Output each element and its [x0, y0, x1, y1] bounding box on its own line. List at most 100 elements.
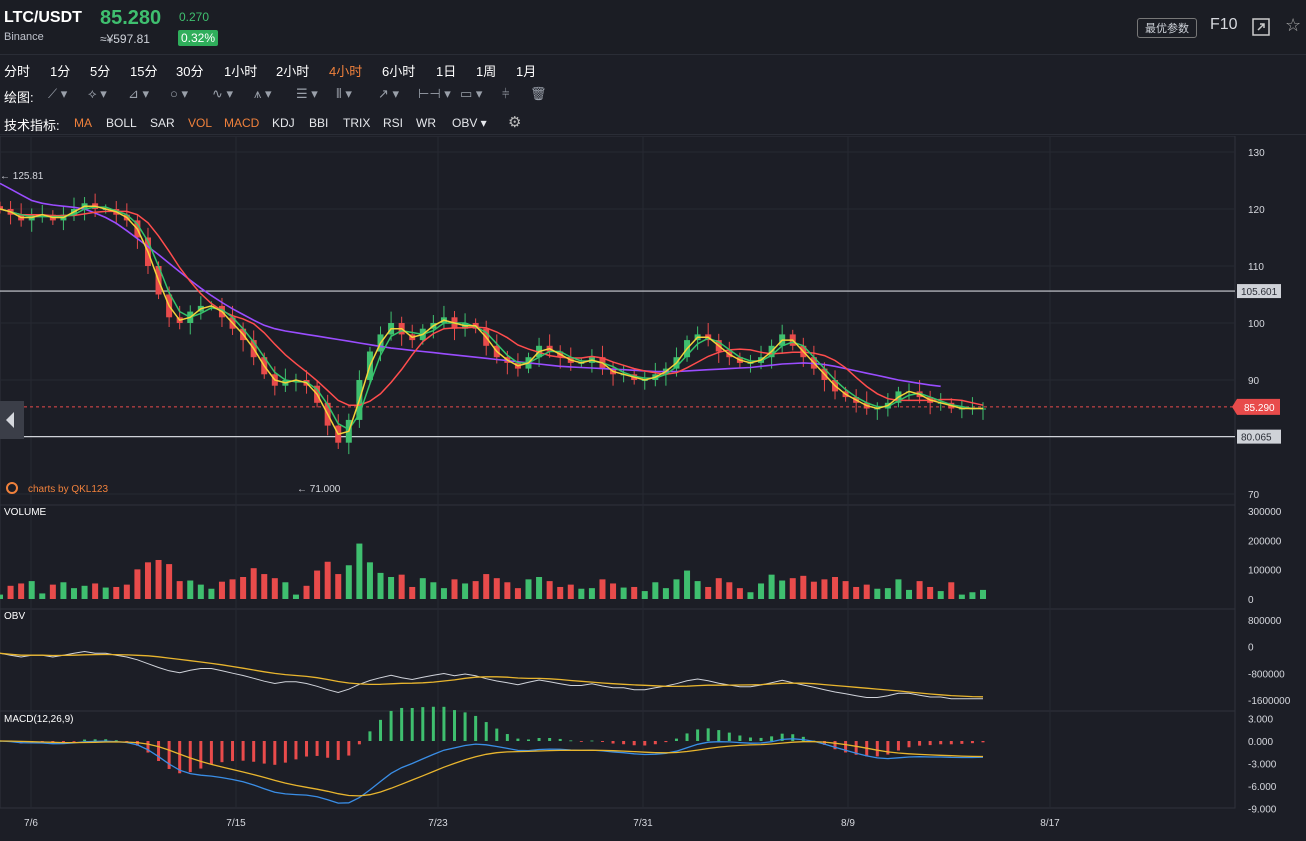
indicator-bbi[interactable]: BBI — [309, 116, 328, 130]
wave-tool-icon[interactable]: ∿ ▾ — [212, 86, 233, 102]
volume-bar-42 — [440, 588, 447, 599]
watermark-text: charts by QKL123 — [28, 484, 108, 495]
macd-hist-26 — [273, 741, 277, 765]
ma60-line — [0, 182, 941, 388]
period-tab-8[interactable]: 6小时 — [382, 61, 415, 80]
macd-hist-54 — [569, 740, 573, 742]
macd-hist-73 — [770, 736, 774, 741]
volume-bar-70 — [736, 588, 743, 599]
macd-hist-32 — [336, 741, 340, 760]
volume-bar-86 — [906, 589, 913, 599]
high-annotation: ← 125.81 — [0, 171, 44, 182]
macd-hist-57 — [600, 741, 604, 742]
volume-bar-57 — [599, 579, 606, 599]
fullscreen-icon[interactable] — [1251, 17, 1271, 40]
macd-tick-0: 3.000 — [1248, 715, 1273, 726]
indicator-macd[interactable]: MACD — [224, 116, 259, 130]
volume-bar-24 — [250, 568, 257, 599]
volume-bar-47 — [493, 578, 500, 599]
macd-hist-27 — [283, 741, 287, 763]
pen-tool-icon[interactable]: ⟡ ▾ — [88, 86, 107, 102]
volume-bar-65 — [684, 570, 691, 599]
obv-panel-title: OBV — [4, 611, 25, 622]
x-tick-3: 7/31 — [633, 818, 653, 829]
price-tick-5: 70 — [1248, 490, 1260, 501]
chart-area[interactable]: 130 120 110 100 90 70 300000 200000 100000 0 80000… — [0, 136, 1306, 841]
volume-bar-52 — [546, 581, 553, 599]
bar-tool-icon[interactable]: ⫩ — [502, 86, 509, 102]
volume-bar-74 — [779, 580, 786, 599]
volume-bar-37 — [388, 577, 395, 599]
macd-hist-37 — [389, 710, 393, 741]
macd-hist-66 — [696, 729, 700, 741]
arrow-tool-icon[interactable]: ↗ ▾ — [378, 86, 399, 102]
comment-tool-icon[interactable]: ▭ ▾ — [460, 86, 482, 102]
indicator-vol[interactable]: VOL — [188, 116, 212, 130]
range-tool-icon[interactable]: ⊢⊣ ▾ — [418, 86, 451, 102]
volume-tick-0: 300000 — [1248, 507, 1282, 518]
period-tab-6[interactable]: 2小时 — [276, 61, 309, 80]
volume-bar-83 — [874, 588, 881, 599]
macd-hist-24 — [252, 741, 256, 762]
period-tab-1[interactable]: 1分 — [50, 61, 70, 80]
indicator-boll[interactable]: BOLL — [106, 116, 137, 130]
macd-hist-51 — [537, 737, 541, 741]
macd-hist-35 — [368, 731, 372, 741]
volume-bar-6 — [60, 582, 67, 599]
macd-hist-65 — [685, 733, 689, 741]
indicator-wr[interactable]: WR — [416, 116, 436, 130]
obv-ma-line — [0, 652, 984, 698]
drawing-toolbar: 绘图: ⟋ ▾ ⟡ ▾ ⊿ ▾ ○ ▾ ∿ ▾ ⩚ ▾ ☰ ▾ ⦀ ▾ ↗ ▾ … — [0, 82, 1306, 106]
volume-bar-7 — [70, 588, 77, 599]
macd-hist-60 — [632, 741, 636, 746]
volume-bar-54 — [567, 584, 574, 599]
period-tab-10[interactable]: 1周 — [476, 61, 496, 80]
volume-bar-51 — [536, 577, 543, 599]
period-tab-7[interactable]: 4小时 — [329, 61, 362, 80]
macd-hist-91 — [960, 741, 964, 744]
gear-icon[interactable]: ⚙ — [508, 113, 521, 131]
optimal-params-button[interactable]: 最优参数 — [1137, 18, 1197, 38]
period-tab-4[interactable]: 30分 — [176, 61, 203, 80]
macd-hist-25 — [262, 741, 266, 764]
volume-bar-19 — [197, 584, 204, 599]
volume-bar-16 — [166, 564, 173, 599]
indicator-ma[interactable]: MA — [74, 116, 92, 130]
indicator-toolbar: 技术指标: ⚙ MA BOLL SAR VOL MACD KDJ BBI TRIX RSI WR O… — [0, 110, 1306, 135]
period-tab-5[interactable]: 1小时 — [224, 61, 257, 80]
macd-hist-40 — [421, 707, 425, 741]
indicator-trix[interactable]: TRIX — [343, 116, 370, 130]
volume-bar-11 — [113, 586, 120, 599]
circle-tool-icon[interactable]: ○ ▾ — [170, 86, 188, 102]
indicator-kdj[interactable]: KDJ — [272, 116, 295, 130]
x-tick-0: 7/6 — [24, 818, 38, 829]
volume-bar-59 — [620, 587, 627, 599]
angle-tool-icon[interactable]: ⊿ ▾ — [128, 86, 149, 102]
volume-bar-20 — [208, 588, 215, 599]
volume-bar-76 — [800, 575, 807, 599]
trash-icon[interactable]: 🗑︎ — [530, 86, 547, 102]
period-tab-11[interactable]: 1月 — [516, 61, 536, 80]
macd-hist-45 — [474, 715, 478, 741]
volume-bar-81 — [853, 586, 860, 599]
macd-hist-18 — [188, 741, 192, 773]
volume-bar-43 — [451, 579, 458, 599]
fib-tool-icon[interactable]: ☰ ▾ — [296, 86, 318, 102]
period-tab-9[interactable]: 1日 — [436, 61, 456, 80]
indicator-rsi[interactable]: RSI — [383, 116, 403, 130]
favorite-star-icon[interactable]: ☆ — [1285, 15, 1301, 36]
channel-tool-icon[interactable]: ⦀ ▾ — [336, 86, 352, 102]
period-tabs: 分时 1分 5分 15分 30分 1小时 2小时 4小时 6小时 1日 1周 1月 — [0, 56, 1306, 80]
period-tab-3[interactable]: 15分 — [130, 61, 157, 80]
period-tab-0[interactable]: 分时 — [4, 61, 30, 80]
pattern-tool-icon[interactable]: ⩚ ▾ — [254, 86, 271, 102]
period-tab-2[interactable]: 5分 — [90, 61, 110, 80]
macd-hist-64 — [674, 738, 678, 741]
indicator-sar[interactable]: SAR — [150, 116, 175, 130]
line-tool-icon[interactable]: ⟋ ▾ — [48, 86, 67, 102]
indicator-obv[interactable]: OBV ▾ — [452, 116, 487, 130]
volume-bar-29 — [303, 585, 310, 599]
f10-button[interactable]: F10 — [1210, 16, 1238, 34]
volume-bar-34 — [356, 543, 363, 599]
volume-bar-8 — [81, 585, 88, 599]
